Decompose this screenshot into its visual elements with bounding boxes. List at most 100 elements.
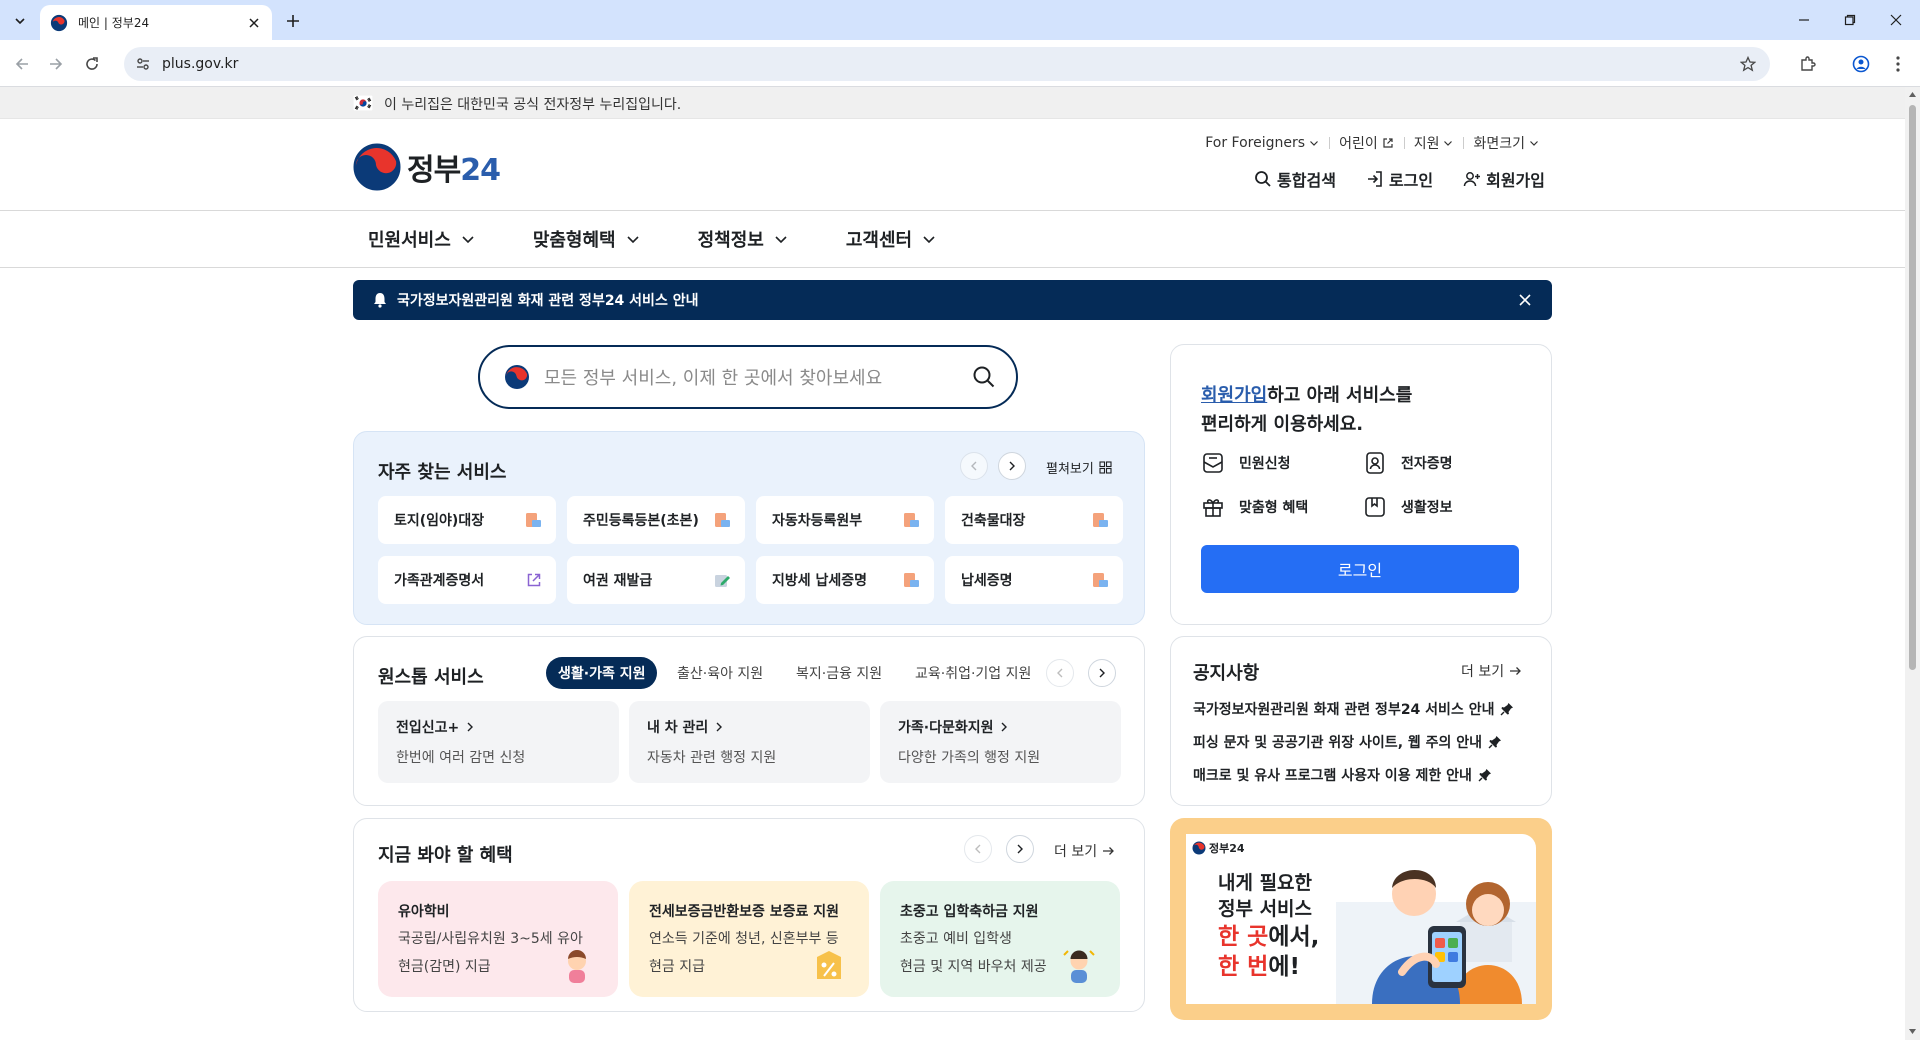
service-civil-application: 민원신청 [1201, 451, 1291, 475]
tab-life-family[interactable]: 생활·가족 지원 [546, 657, 658, 689]
new-tab-button[interactable] [282, 10, 304, 32]
more-notices-link[interactable]: 더 보기 [1461, 661, 1522, 681]
chevron-right-icon [1001, 722, 1008, 732]
gnb-policy-info[interactable]: 정책정보 [683, 226, 803, 252]
reload-icon [86, 57, 98, 70]
gnb-civil-service[interactable]: 민원서비스 [353, 226, 490, 252]
puzzle-icon [1801, 56, 1816, 71]
divider [0, 267, 1905, 268]
address-bar[interactable]: plus.gov.kr [124, 47, 1770, 81]
service-tile[interactable]: 가족관계증명서 [378, 556, 556, 604]
chevron-left-icon [975, 844, 981, 854]
gnb-customer-center[interactable]: 고객센터 [831, 226, 951, 252]
chevron-down-icon [462, 236, 474, 244]
site-info-button[interactable] [130, 51, 156, 77]
reload-button[interactable] [78, 50, 106, 78]
service-tile[interactable]: 납세증명 [945, 556, 1123, 604]
page-scrollbar[interactable] [1905, 87, 1920, 1040]
onestop-tile[interactable]: 가족·다문화지원 다양한 가족의 행정 지원 [880, 701, 1121, 783]
close-icon[interactable] [1518, 293, 1532, 307]
signup-link[interactable]: 회원가입 [1463, 167, 1545, 191]
search-input[interactable]: 모든 정부 서비스, 이제 한 곳에서 찾아보세요 [544, 364, 972, 390]
more-benefits-link[interactable]: 더 보기 [1054, 841, 1115, 861]
tab-education-employment[interactable]: 교육·취업·기업 지원 [903, 657, 1043, 689]
section-title: 지금 봐야 할 혜택 [378, 845, 513, 866]
login-link[interactable]: 로그인 [1366, 167, 1433, 191]
screen-size-menu[interactable]: 화면크기 [1463, 133, 1549, 153]
prev-button[interactable] [1046, 659, 1074, 687]
minimize-icon [1799, 19, 1809, 21]
for-foreigners-menu[interactable]: For Foreigners [1195, 135, 1329, 151]
benefit-tile[interactable]: 유아학비 국공립/사립유치원 3~5세 유아 현금(감면) 지급 [378, 881, 618, 997]
service-e-certificate: 전자증명 [1363, 451, 1453, 475]
next-button[interactable] [1088, 659, 1116, 687]
mail-document-icon [1203, 453, 1223, 473]
extensions-button[interactable] [1794, 50, 1822, 78]
notice-item[interactable]: 매크로 및 유사 프로그램 사용자 이용 제한 안내 [1193, 765, 1492, 785]
benefit-tile[interactable]: 초중고 입학축하금 지원 초중고 예비 입학생 현금 및 지역 바우처 제공 [880, 881, 1120, 997]
service-tile[interactable]: 여권 재발급 [567, 556, 745, 604]
external-link-icon [527, 573, 541, 587]
kids-link[interactable]: 어린이 [1329, 133, 1404, 153]
profile-button[interactable] [1847, 50, 1875, 78]
onestop-tile[interactable]: 전입신고+ 한번에 여러 감면 신청 [378, 701, 619, 783]
forward-button[interactable] [42, 50, 70, 78]
tab-birth-childcare[interactable]: 출산·육아 지원 [665, 657, 775, 689]
next-button[interactable] [998, 452, 1026, 480]
more-vert-icon [1896, 56, 1900, 72]
scroll-down-icon[interactable] [1908, 1027, 1917, 1036]
browser-tab[interactable]: 메인 | 정부24 [40, 5, 272, 40]
notice-item[interactable]: 국가정보자원관리원 화재 관련 정부24 서비스 안내 [1193, 699, 1514, 719]
url-text: plus.gov.kr [162, 56, 239, 72]
prev-button[interactable] [960, 452, 988, 480]
bookmark-button[interactable] [1736, 52, 1760, 76]
tab-search-button[interactable] [8, 9, 32, 33]
browser-toolbar: plus.gov.kr [0, 40, 1920, 87]
scroll-up-icon[interactable] [1908, 90, 1917, 99]
prev-button[interactable] [964, 835, 992, 863]
close-icon[interactable] [246, 15, 262, 31]
gnb-custom-benefits[interactable]: 맞춤형혜택 [518, 226, 655, 252]
search-icon [1255, 171, 1271, 187]
chevron-right-icon [1099, 668, 1105, 678]
main-search-box[interactable]: 모든 정부 서비스, 이제 한 곳에서 찾아보세요 [478, 345, 1018, 409]
chevron-down-icon [1310, 141, 1318, 146]
tab-welfare-finance[interactable]: 복지·금융 지원 [784, 657, 894, 689]
integrated-search-button[interactable]: 통합검색 [1254, 167, 1336, 191]
service-tile[interactable]: 지방세 납세증명 [756, 556, 934, 604]
official-site-text: 이 누리집은 대한민국 공식 전자정부 누리집입니다. [384, 97, 682, 113]
search-icon[interactable] [972, 365, 996, 389]
chevron-down-icon [1444, 141, 1453, 146]
logo-wordmark: 정부24 [407, 153, 501, 188]
onestop-tile[interactable]: 내 차 관리 자동차 관련 행정 지원 [629, 701, 870, 783]
site-logo[interactable]: 정부24 [353, 143, 501, 191]
service-tile[interactable]: 건축물대장 [945, 496, 1123, 544]
login-button[interactable]: 로그인 [1201, 545, 1519, 593]
notice-item[interactable]: 피싱 문자 및 공공기관 위장 사이트, 웹 주의 안내 [1193, 732, 1502, 752]
benefit-tile[interactable]: 전세보증금반환보증 보증료 지원 연소득 기준에 청년, 신혼부부 등 현금 지… [629, 881, 869, 997]
next-button[interactable] [1006, 835, 1034, 863]
support-menu[interactable]: 지원 [1403, 133, 1464, 153]
discount-tag-icon [817, 951, 841, 979]
restore-button[interactable] [1838, 8, 1862, 32]
promo-headline: 내게 필요한 정부 서비스 한 곳에서, 한 번에! [1218, 872, 1320, 980]
back-button[interactable] [8, 50, 36, 78]
child-icon [568, 950, 586, 983]
login-icon [1367, 171, 1382, 187]
chevron-right-icon [716, 722, 723, 732]
utility-menu: For Foreigners 어린이 지원 화면크기 [1195, 133, 1549, 153]
promo-banner[interactable]: 정부24 내게 필요한 정부 서비스 한 곳에서, 한 번에! [1170, 818, 1552, 1020]
minimize-button[interactable] [1792, 8, 1816, 32]
plus-icon [287, 15, 299, 27]
signup-inline-link[interactable]: 회원가입 [1201, 385, 1267, 406]
gift-icon [1203, 499, 1223, 517]
expand-button[interactable]: 펼쳐보기 [1046, 458, 1112, 477]
service-tile[interactable]: 주민등록등본(초본) [567, 496, 745, 544]
service-tile[interactable]: 자동차등록원부 [756, 496, 934, 544]
service-tile[interactable]: 토지(임야)대장 [378, 496, 556, 544]
scrollbar-thumb[interactable] [1909, 105, 1916, 670]
menu-button[interactable] [1884, 50, 1912, 78]
close-window-button[interactable] [1884, 8, 1908, 32]
arrow-right-icon [50, 58, 63, 70]
notice-alert-bar[interactable]: 국가정보자원관리원 화재 관련 정부24 서비스 안내 [353, 280, 1552, 320]
